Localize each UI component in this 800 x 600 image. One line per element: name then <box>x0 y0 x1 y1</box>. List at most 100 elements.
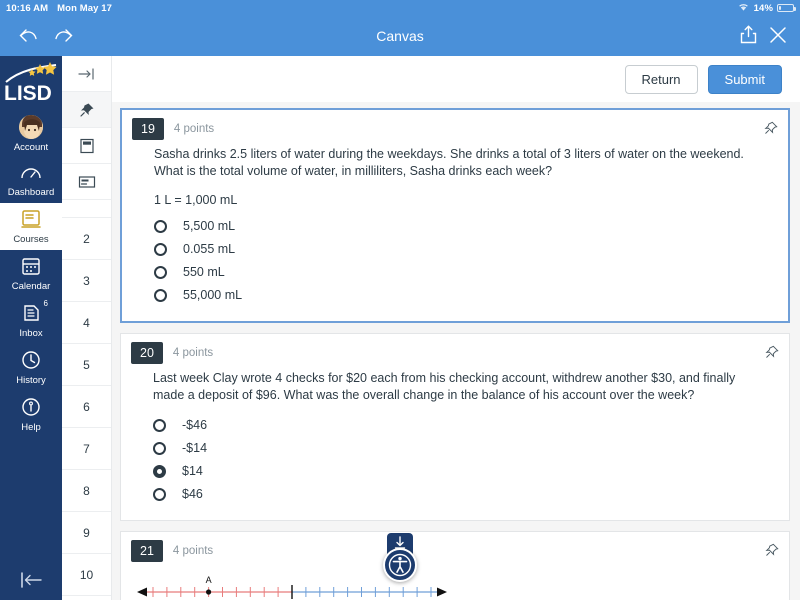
answer-option[interactable]: 55,000 mL <box>154 284 764 307</box>
answer-option[interactable]: -$46 <box>153 414 765 437</box>
dashboard-icon <box>20 164 42 185</box>
svg-text:LISD: LISD <box>4 82 52 104</box>
battery-icon <box>777 4 796 12</box>
share-icon[interactable] <box>739 24 758 48</box>
answer-option[interactable]: -$14 <box>153 437 765 460</box>
question-card[interactable]: 19 4 points Sasha drinks 2.5 liters of w… <box>120 108 790 323</box>
radio-icon[interactable] <box>153 419 166 432</box>
sidebar-item-courses[interactable]: Courses <box>0 203 62 250</box>
answer-option[interactable]: 550 mL <box>154 261 764 284</box>
quiz-content: Return Submit 19 4 points Sasha drinks 2… <box>112 56 800 600</box>
question-points: 4 points <box>173 123 215 135</box>
collapse-left-icon[interactable] <box>0 570 62 590</box>
answer-option[interactable]: 5,500 mL <box>154 215 764 238</box>
sidebar-item-calendar[interactable]: Calendar <box>0 250 62 297</box>
submit-button[interactable]: Submit <box>707 64 782 94</box>
inbox-icon: 6 <box>21 299 48 326</box>
sidebar-item-label: Inbox <box>19 328 43 339</box>
page-icon[interactable] <box>62 128 111 164</box>
radio-icon[interactable] <box>153 442 166 455</box>
status-bar: 10:16 AM Mon May 17 14% <box>0 0 800 16</box>
help-icon <box>21 397 41 420</box>
text-block-icon[interactable] <box>62 164 111 200</box>
accessibility-icon[interactable] <box>383 548 417 582</box>
pin-icon[interactable] <box>765 543 779 560</box>
answer-label: 550 mL <box>183 265 225 279</box>
question-points: 4 points <box>172 545 214 557</box>
sidebar-item-help[interactable]: Help <box>0 391 62 438</box>
lisd-logo: LISD <box>2 62 60 105</box>
sidebar-item-account[interactable]: Account <box>0 108 62 158</box>
forward-arrow-icon[interactable] <box>46 19 80 53</box>
answer-label: 5,500 mL <box>183 219 236 233</box>
question-points: 4 points <box>172 347 214 359</box>
inbox-badge: 6 <box>43 299 48 308</box>
answer-label: $14 <box>182 464 203 478</box>
battery-percent: 14% <box>753 2 773 14</box>
questions-list: 19 4 points Sasha drinks 2.5 liters of w… <box>112 102 800 600</box>
question-number: 21 <box>131 540 163 562</box>
status-time: 10:16 AM <box>6 2 49 14</box>
question-index-item[interactable]: 10 <box>62 554 111 596</box>
question-index-item[interactable]: 9 <box>62 512 111 554</box>
question-number: 19 <box>132 118 164 140</box>
radio-icon[interactable] <box>154 220 167 233</box>
question-index-item[interactable]: 2 <box>62 218 111 260</box>
answer-label: -$46 <box>182 418 208 432</box>
question-index-item[interactable]: 8 <box>62 470 111 512</box>
answer-label: 55,000 mL <box>183 288 243 302</box>
pin-icon[interactable] <box>62 92 111 128</box>
question-number: 20 <box>131 342 163 364</box>
number-line-figure: -10-9-8-7-6-5-4-3-2-1012345678910A <box>121 574 789 600</box>
return-button[interactable]: Return <box>624 64 698 94</box>
back-arrow-icon[interactable] <box>12 19 46 53</box>
answer-label: -$14 <box>182 441 208 455</box>
radio-icon[interactable] <box>154 266 167 279</box>
question-index-blank <box>62 200 111 218</box>
answer-option-selected[interactable]: $14 <box>153 460 765 483</box>
app-toolbar: Canvas <box>0 16 800 56</box>
sidebar-item-label: Courses <box>13 234 49 245</box>
answer-label: 0.055 mL <box>183 242 236 256</box>
svg-text:A: A <box>206 575 212 585</box>
question-text: Last week Clay wrote 4 checks for $20 ea… <box>153 371 736 402</box>
sidebar-item-label: History <box>16 375 46 386</box>
radio-icon[interactable] <box>153 488 166 501</box>
sidebar-item-dashboard[interactable]: Dashboard <box>0 158 62 203</box>
sidebar-item-label: Account <box>13 142 49 153</box>
question-text: Sasha drinks 2.5 liters of water during … <box>154 147 744 178</box>
question-index-column: 2 3 4 5 6 7 8 9 10 <box>62 56 112 600</box>
canvas-global-nav: LISD Account Dashboard Courses Calendar … <box>0 56 62 600</box>
clock-icon <box>21 350 41 373</box>
sidebar-item-history[interactable]: History <box>0 344 62 391</box>
radio-icon-selected[interactable] <box>153 465 166 478</box>
question-index-item[interactable]: 7 <box>62 428 111 470</box>
question-index-item[interactable]: 5 <box>62 344 111 386</box>
sidebar-item-label: Dashboard <box>7 187 55 198</box>
question-card[interactable]: 20 4 points Last week Clay wrote 4 check… <box>120 333 790 521</box>
sidebar-item-inbox[interactable]: 6 Inbox <box>0 297 62 344</box>
pin-icon[interactable] <box>765 345 779 362</box>
question-equation: 1 L = 1,000 mL <box>154 193 238 207</box>
avatar <box>18 114 44 140</box>
status-date: Mon May 17 <box>57 2 113 14</box>
answer-options: 5,500 mL 0.055 mL 550 mL 55,000 mL <box>154 215 764 307</box>
quiz-action-bar: Return Submit <box>112 56 800 102</box>
answer-label: $46 <box>182 487 203 501</box>
question-card[interactable]: 21 4 points -10-9-8-7-6-5-4-3-2-10123456… <box>120 531 790 600</box>
page-title: Canvas <box>376 28 424 44</box>
courses-icon <box>20 209 42 232</box>
sidebar-item-label: Help <box>21 422 41 433</box>
answer-option[interactable]: 0.055 mL <box>154 238 764 261</box>
question-index-item[interactable]: 3 <box>62 260 111 302</box>
question-index-item[interactable]: 4 <box>62 302 111 344</box>
close-icon[interactable] <box>768 25 788 48</box>
question-index-item[interactable]: 6 <box>62 386 111 428</box>
expand-right-icon[interactable] <box>62 56 111 92</box>
pin-icon[interactable] <box>764 121 778 138</box>
radio-icon[interactable] <box>154 243 167 256</box>
radio-icon[interactable] <box>154 289 167 302</box>
wifi-icon <box>737 2 750 15</box>
calendar-icon <box>21 256 41 279</box>
answer-option[interactable]: $46 <box>153 483 765 506</box>
